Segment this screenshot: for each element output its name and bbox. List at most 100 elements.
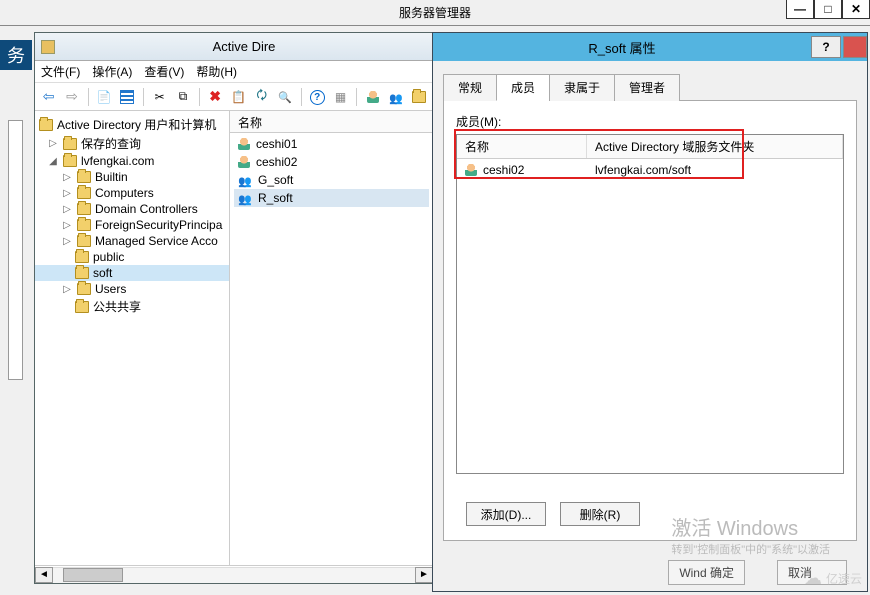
export-button[interactable] — [275, 86, 294, 108]
user-icon — [367, 91, 379, 103]
new-ou-button[interactable] — [410, 86, 429, 108]
new-user-button[interactable] — [363, 86, 382, 108]
tree-soft[interactable]: soft — [35, 265, 229, 281]
tree-fsp[interactable]: ▷ForeignSecurityPrincipa — [35, 217, 229, 233]
list-item[interactable]: G_soft — [234, 171, 429, 189]
column-name-label: 名称 — [238, 116, 262, 130]
dialog-close-button[interactable] — [843, 36, 867, 58]
menu-file[interactable]: 文件(F) — [41, 63, 80, 80]
tree-domain-controllers[interactable]: ▷Domain Controllers — [35, 201, 229, 217]
tree-computers[interactable]: ▷Computers — [35, 185, 229, 201]
expander-icon[interactable]: ▷ — [61, 284, 73, 295]
dialog-help-button[interactable]: ? — [811, 36, 841, 58]
scroll-track[interactable] — [53, 567, 415, 583]
item-label: R_soft — [258, 191, 293, 205]
ok-button[interactable]: Wind 确定 — [668, 560, 745, 585]
ad-window-title: Active Dire — [61, 39, 427, 54]
minimize-button[interactable]: — — [786, 0, 814, 19]
tab-content-members: 成员(M): 名称 Active Directory 域服务文件夹 ceshi0… — [443, 101, 857, 541]
up-button[interactable] — [94, 86, 113, 108]
column-folder[interactable]: Active Directory 域服务文件夹 — [587, 135, 843, 158]
details-view-button[interactable] — [118, 86, 137, 108]
tree-public[interactable]: public — [35, 249, 229, 265]
new-group-button[interactable] — [386, 86, 405, 108]
expander-icon[interactable]: ◢ — [47, 156, 59, 167]
tree-label: soft — [93, 266, 112, 280]
forward-button[interactable] — [62, 86, 81, 108]
export-icon — [278, 90, 292, 104]
help-icon — [310, 89, 325, 105]
scroll-left-button[interactable]: ◄ — [35, 567, 53, 583]
maximize-button[interactable]: □ — [814, 0, 842, 19]
tree-msa[interactable]: ▷Managed Service Acco — [35, 233, 229, 249]
forward-icon — [66, 88, 78, 105]
expander-icon[interactable]: ▷ — [61, 188, 73, 199]
dialog-titlebar[interactable]: R_soft 属性 ? — [433, 33, 867, 61]
tree-root[interactable]: Active Directory 用户和计算机 — [35, 115, 229, 134]
filter-icon — [335, 90, 346, 104]
cut-button[interactable] — [150, 86, 169, 108]
tree-saved-queries[interactable]: ▷保存的查询 — [35, 134, 229, 153]
domain-icon — [63, 155, 77, 167]
group-icon — [389, 91, 403, 103]
copy-button[interactable] — [173, 86, 192, 108]
properties-button[interactable] — [229, 86, 248, 108]
delete-button[interactable] — [205, 86, 224, 108]
remove-button[interactable]: 删除(R) — [560, 502, 640, 526]
ad-titlebar[interactable]: Active Dire — [35, 33, 433, 61]
properties-icon — [231, 90, 246, 104]
list-column-header[interactable]: 名称 — [230, 111, 433, 133]
horizontal-scrollbar[interactable]: ◄ ► — [35, 565, 433, 583]
list-pane[interactable]: 名称 ceshi01 ceshi02 G_soft R_soft — [230, 111, 433, 565]
folder-icon — [77, 283, 91, 295]
member-name: ceshi02 — [483, 163, 524, 177]
folder-icon — [77, 171, 91, 183]
cancel-button[interactable]: 取消 — [777, 560, 847, 585]
member-row[interactable]: ceshi02 lvfengkai.com/soft — [457, 159, 843, 181]
expander-icon[interactable]: ▷ — [47, 138, 59, 149]
menu-action[interactable]: 操作(A) — [92, 63, 132, 80]
list-item[interactable]: ceshi02 — [234, 153, 429, 171]
tab-managedby[interactable]: 管理者 — [614, 74, 680, 101]
tree-label: Builtin — [95, 170, 128, 184]
expander-icon[interactable]: ▷ — [61, 236, 73, 247]
filter-button[interactable] — [331, 86, 350, 108]
tree-users[interactable]: ▷Users — [35, 281, 229, 297]
back-button[interactable] — [39, 86, 58, 108]
tab-strip: 常规 成员 隶属于 管理者 — [443, 73, 857, 101]
list-item[interactable]: R_soft — [234, 189, 429, 207]
expander-icon[interactable]: ▷ — [61, 220, 73, 231]
expander-icon[interactable]: ▷ — [61, 204, 73, 215]
list-body: ceshi01 ceshi02 G_soft R_soft — [230, 133, 433, 209]
copy-icon — [179, 89, 188, 104]
tree-builtin[interactable]: ▷ Builtin — [35, 169, 229, 185]
column-name[interactable]: 名称 — [457, 135, 587, 158]
help-button[interactable] — [308, 86, 327, 108]
tree-pane[interactable]: Active Directory 用户和计算机 ▷保存的查询 ◢lvfengka… — [35, 111, 230, 565]
list-item[interactable]: ceshi01 — [234, 135, 429, 153]
tab-memberof[interactable]: 隶属于 — [549, 74, 615, 101]
member-folder: lvfengkai.com/soft — [595, 163, 691, 177]
toolbar — [35, 83, 433, 111]
cut-icon — [155, 90, 165, 104]
folder-icon — [77, 235, 91, 247]
group-icon — [238, 174, 252, 186]
scroll-thumb[interactable] — [63, 568, 123, 582]
ad-body: Active Directory 用户和计算机 ▷保存的查询 ◢lvfengka… — [35, 111, 433, 565]
tab-members[interactable]: 成员 — [496, 74, 550, 101]
folder-icon — [75, 301, 89, 313]
add-button[interactable]: 添加(D)... — [466, 502, 546, 526]
separator — [356, 88, 357, 106]
close-button[interactable]: ✕ — [842, 0, 870, 19]
members-listview[interactable]: 名称 Active Directory 域服务文件夹 ceshi02 lvfen… — [456, 134, 844, 474]
tree-domain[interactable]: ◢lvfengkai.com — [35, 153, 229, 169]
tab-general[interactable]: 常规 — [443, 74, 497, 101]
tree-public-share[interactable]: 公共共享 — [35, 297, 229, 316]
refresh-icon — [256, 86, 267, 107]
menu-help[interactable]: 帮助(H) — [196, 63, 237, 80]
scroll-right-button[interactable]: ► — [415, 567, 433, 583]
refresh-button[interactable] — [252, 86, 271, 108]
folder-icon — [77, 203, 91, 215]
menu-view[interactable]: 查看(V) — [144, 63, 184, 80]
expander-icon[interactable]: ▷ — [61, 172, 73, 183]
